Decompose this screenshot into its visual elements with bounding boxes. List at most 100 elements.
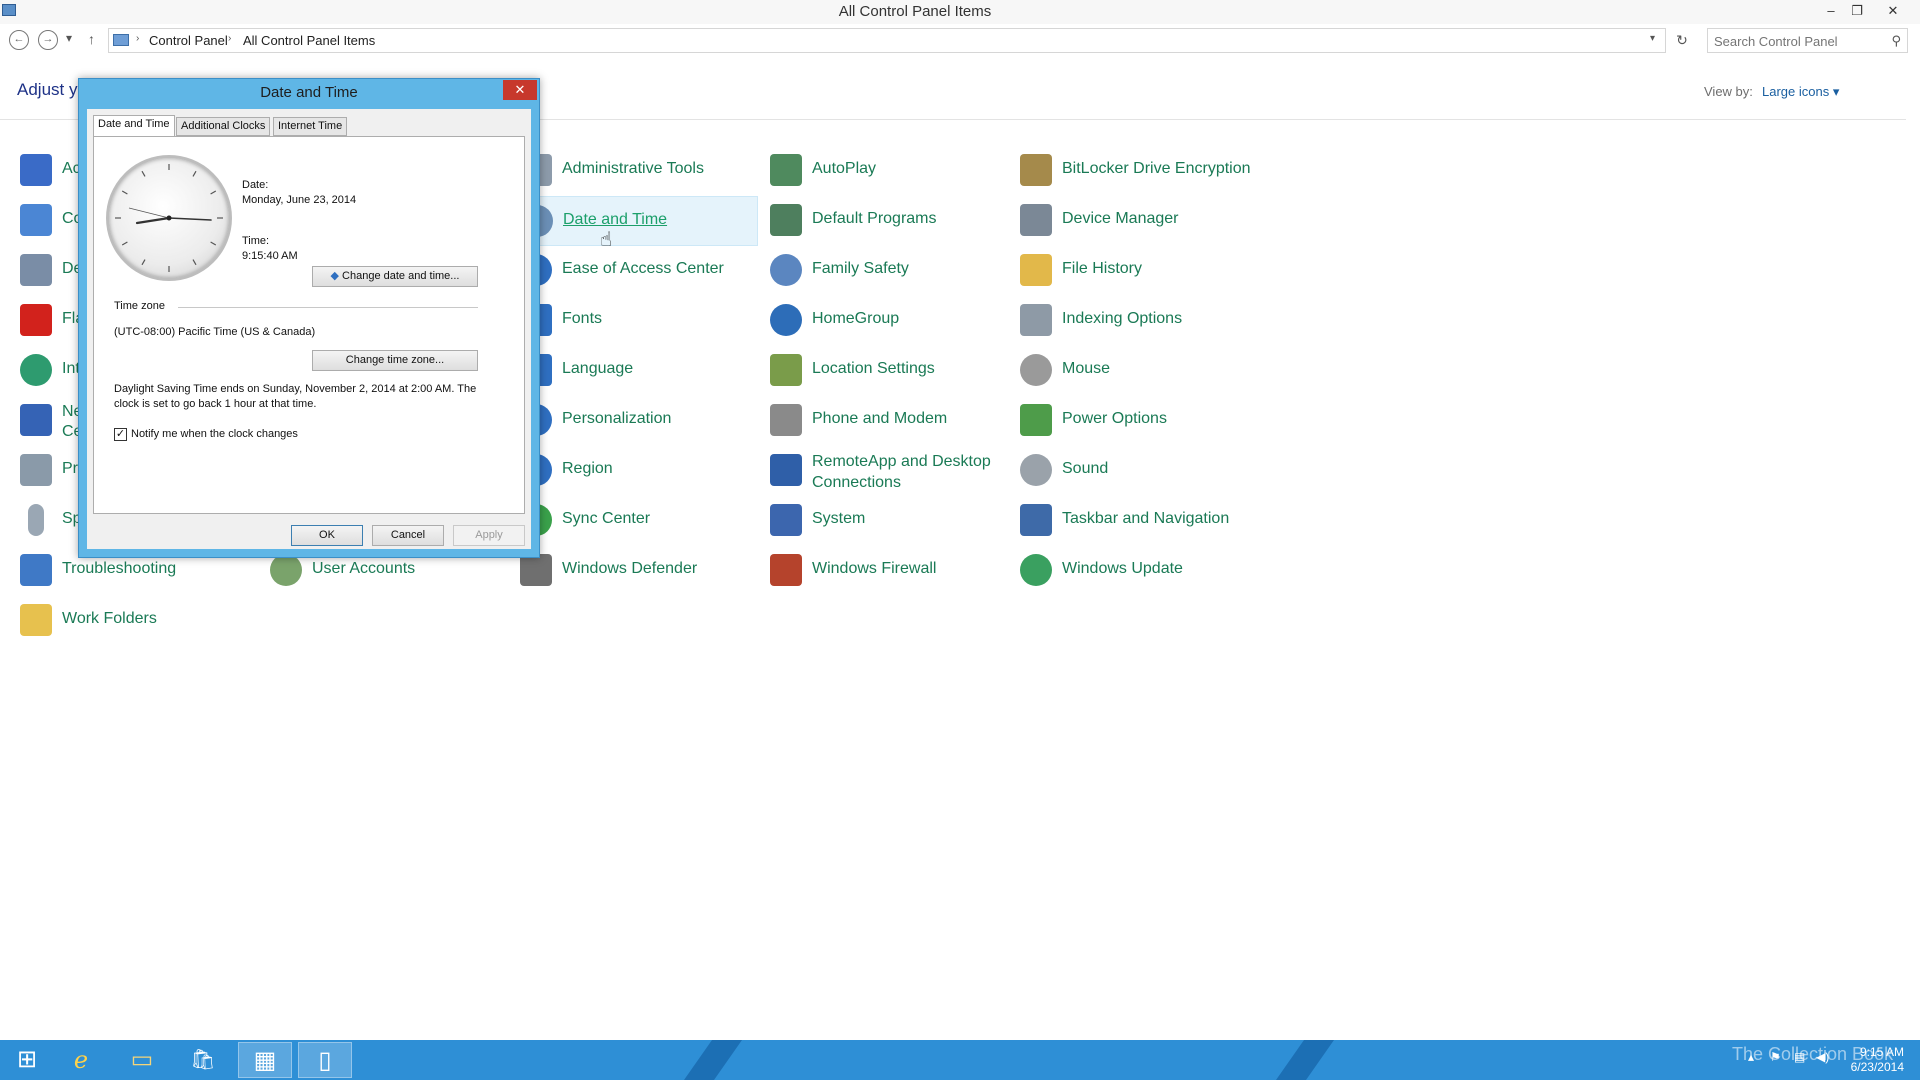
- cancel-button[interactable]: Cancel: [372, 525, 444, 546]
- back-button[interactable]: ←: [9, 30, 29, 50]
- control-panel-item[interactable]: Indexing Options: [1020, 296, 1260, 346]
- tab-additional-clocks[interactable]: Additional Clocks: [176, 117, 271, 136]
- breadcrumb[interactable]: › Control Panel › All Control Panel Item…: [108, 28, 1666, 53]
- control-panel-item[interactable]: AutoPlay: [770, 146, 1010, 196]
- store-icon[interactable]: 🛍: [176, 1042, 230, 1078]
- item-label: Phone and Modem: [812, 410, 948, 427]
- refresh-button[interactable]: ↻: [1672, 30, 1692, 50]
- address-bar: ← → ▾ ↑ › Control Panel › All Control Pa…: [0, 28, 1920, 54]
- item-label: Personalization: [562, 410, 672, 427]
- control-panel-item[interactable]: Mouse: [1020, 346, 1260, 396]
- apply-button[interactable]: Apply: [453, 525, 525, 546]
- start-button[interactable]: ⊞: [0, 1042, 54, 1078]
- control-panel-item[interactable]: Work Folders: [20, 596, 260, 646]
- minimize-button[interactable]: –: [1818, 0, 1844, 22]
- autoplay-icon: [770, 154, 802, 186]
- homegroup-icon: [770, 304, 802, 336]
- window-title: All Control Panel Items: [838, 3, 992, 20]
- control-panel-item[interactable]: HomeGroup: [770, 296, 1010, 346]
- color-management-icon: [20, 204, 52, 236]
- control-panel-item[interactable]: File History: [1020, 246, 1260, 296]
- dialog-title: Date and Time: [260, 84, 358, 101]
- taskbar: ⊞ e ▭ 🛍 ▦ ▯ ▴ ⚑ ▤ ◀) 9:15 AM 6/23/2014: [0, 1040, 1920, 1080]
- control-panel-item[interactable]: BitLocker Drive Encryption: [1020, 146, 1260, 196]
- control-panel-item[interactable]: Phone and Modem: [770, 396, 1010, 446]
- control-panel-item[interactable]: Windows Update: [1020, 546, 1260, 596]
- breadcrumb-separator[interactable]: ›: [136, 33, 139, 44]
- tab-date-and-time[interactable]: Date and Time: [93, 115, 175, 137]
- clock-face-icon: [115, 164, 223, 272]
- breadcrumb-control-panel[interactable]: Control Panel: [149, 33, 228, 48]
- control-panel-item[interactable]: Device Manager: [1020, 196, 1260, 246]
- item-label: Pr: [62, 460, 78, 477]
- internet-explorer-icon[interactable]: e: [54, 1042, 108, 1078]
- restore-button[interactable]: ❐: [1844, 0, 1870, 22]
- uac-shield-icon: ◆: [330, 270, 339, 282]
- breadcrumb-separator[interactable]: ›: [228, 33, 231, 44]
- control-panel-item[interactable]: Administrative Tools: [520, 146, 760, 196]
- item-label: Indexing Options: [1062, 310, 1183, 327]
- file-history-icon: [1020, 254, 1052, 286]
- notepad-taskbar-icon[interactable]: ▯: [298, 1042, 352, 1078]
- control-panel-item[interactable]: Personalization: [520, 396, 760, 446]
- notify-label[interactable]: Notify me when the clock changes: [131, 428, 298, 440]
- recent-locations-button[interactable]: ▾: [66, 31, 72, 45]
- programs-features-icon: [20, 454, 52, 486]
- ok-button[interactable]: OK: [291, 525, 363, 546]
- control-panel-item[interactable]: Ease of Access Center: [520, 246, 760, 296]
- date-value: Monday, June 23, 2014: [242, 194, 357, 206]
- breadcrumb-all-items[interactable]: All Control Panel Items: [243, 33, 375, 48]
- sound-icon: [1020, 454, 1052, 486]
- control-panel-item[interactable]: Family Safety: [770, 246, 1010, 296]
- item-label: HomeGroup: [812, 310, 900, 327]
- tab-internet-time[interactable]: Internet Time: [273, 117, 348, 136]
- file-explorer-icon[interactable]: ▭: [115, 1042, 169, 1078]
- change-date-time-label: Change date and time...: [342, 270, 460, 282]
- watermark-text: The Collection Book: [1732, 1044, 1894, 1064]
- control-panel-item[interactable]: System: [770, 496, 1010, 546]
- item-label: User Accounts: [312, 560, 416, 577]
- control-panel-item[interactable]: Sound: [1020, 446, 1260, 496]
- windows-update-icon: [1020, 554, 1052, 586]
- close-window-button[interactable]: ✕: [1880, 0, 1906, 22]
- item-label: Windows Defender: [562, 560, 698, 577]
- item-label: Power Options: [1062, 410, 1167, 427]
- control-panel-taskbar-icon[interactable]: ▦: [238, 1042, 292, 1078]
- item-label: Taskbar and Navigation: [1062, 510, 1230, 527]
- control-panel-item[interactable]: Date and Time: [520, 196, 758, 246]
- remoteapp-icon: [770, 454, 802, 486]
- up-button[interactable]: ↑: [88, 31, 95, 47]
- control-panel-item[interactable]: Windows Defender: [520, 546, 760, 596]
- address-dropdown-icon[interactable]: ▾: [1650, 33, 1655, 44]
- view-by-dropdown[interactable]: Large icons ▾: [1762, 84, 1839, 100]
- search-box[interactable]: ⚲: [1707, 28, 1908, 53]
- indexing-options-icon: [1020, 304, 1052, 336]
- control-panel-item[interactable]: Power Options: [1020, 396, 1260, 446]
- item-label: Troubleshooting: [62, 560, 177, 577]
- item-label: RemoteApp and Desktop Connections: [812, 453, 991, 491]
- control-panel-item[interactable]: Language: [520, 346, 760, 396]
- item-label: Language: [562, 360, 634, 377]
- notify-checkbox[interactable]: ✓: [114, 428, 127, 441]
- control-panel-item[interactable]: Region: [520, 446, 760, 496]
- control-panel-item[interactable]: Default Programs: [770, 196, 1010, 246]
- change-timezone-button[interactable]: Change time zone...: [312, 350, 478, 371]
- change-date-time-button[interactable]: ◆ Change date and time...: [312, 266, 478, 287]
- forward-button[interactable]: →: [38, 30, 58, 50]
- tab-panel: Date: Monday, June 23, 2014 Time: 9:15:4…: [93, 136, 525, 514]
- control-panel-item[interactable]: RemoteApp and Desktop Connections: [770, 446, 1010, 496]
- mouse-icon: [1020, 354, 1052, 386]
- taskbar-navigation-icon: [1020, 504, 1052, 536]
- control-panel-item[interactable]: Fonts: [520, 296, 760, 346]
- dialog-close-button[interactable]: ✕: [503, 80, 537, 100]
- control-panel-item[interactable]: Windows Firewall: [770, 546, 1010, 596]
- control-panel-item[interactable]: Location Settings: [770, 346, 1010, 396]
- search-input[interactable]: [1714, 32, 1874, 50]
- control-panel-item[interactable]: Sync Center: [520, 496, 760, 546]
- control-panel-item[interactable]: Taskbar and Navigation: [1020, 496, 1260, 546]
- flash-player-icon: [20, 304, 52, 336]
- window-titlebar: All Control Panel Items – ❐ ✕: [0, 0, 1920, 24]
- search-icon[interactable]: ⚲: [1891, 33, 1901, 49]
- dst-notice-line2: clock is set to go back 1 hour at that t…: [114, 398, 317, 410]
- system-icon: [770, 504, 802, 536]
